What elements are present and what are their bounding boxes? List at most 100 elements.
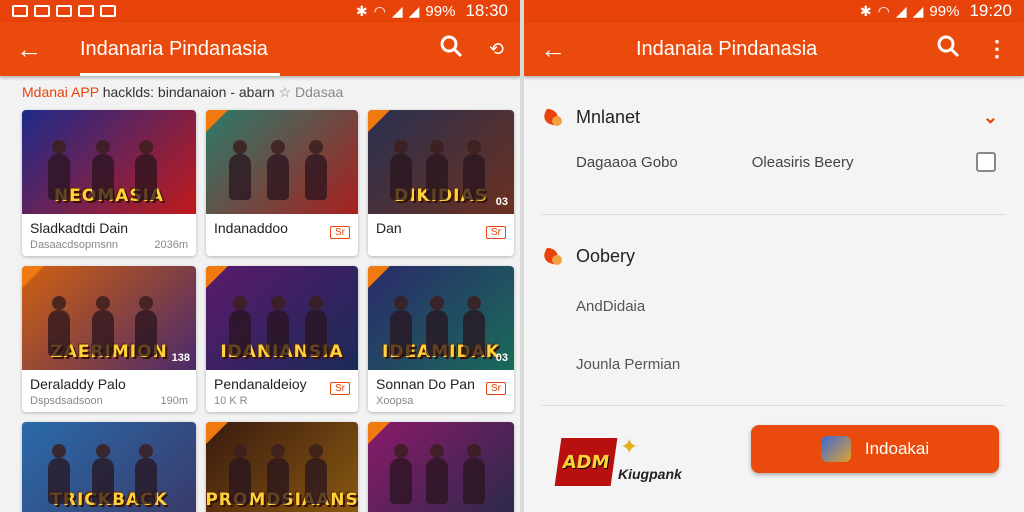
settings-screen: ✱ ◠ ◢ ◢ 99% 19:20 ← Indanaia Pindanasia … <box>524 0 1024 512</box>
corner-ribbon <box>206 266 228 288</box>
game-sub-left: Dasaacdsopmsnn <box>30 239 119 251</box>
character-figure <box>135 140 158 200</box>
game-artwork <box>368 422 514 512</box>
wifi-icon: ◠ <box>373 2 386 19</box>
signal-icon: ◢ <box>391 2 403 19</box>
wifi-icon: ◠ <box>877 2 890 19</box>
brand-logo-text: Kiugpank <box>618 466 682 482</box>
download-button[interactable]: Indoakai <box>751 425 999 473</box>
more-vert-icon[interactable]: ⋮ <box>986 36 1008 62</box>
notification-icon <box>100 5 116 17</box>
game-sub-right: 2036m <box>154 239 188 251</box>
clock: 18:30 <box>465 1 508 20</box>
corner-ribbon <box>22 266 44 288</box>
corner-ribbon <box>206 110 228 132</box>
game-artwork: IDANIANSIA <box>206 266 358 370</box>
game-subinfo: Dasaacdsopmsnn 2036m <box>30 239 188 251</box>
game-sub-right: 190m <box>160 395 188 407</box>
corner-ribbon <box>368 266 390 288</box>
game-card[interactable]: Indanaddoo Sr <box>206 110 358 256</box>
list-item[interactable]: AndDidaia <box>542 277 1006 335</box>
search-icon[interactable] <box>936 34 960 64</box>
notification-icon <box>12 5 28 17</box>
character-figure <box>304 140 327 200</box>
character-figure <box>266 296 289 356</box>
section-oobery: Oobery AndDidaia Jounla Permian <box>524 235 1024 406</box>
subheader-text: hacklds: bindanaion - abarn <box>102 84 275 100</box>
game-title: Deraladdy Palo <box>30 376 126 392</box>
star-logo-icon: ✦ <box>620 434 639 459</box>
bluetooth-icon: ✱ <box>859 2 872 19</box>
divider <box>542 214 1006 215</box>
signal-icon: ◢ <box>408 2 420 19</box>
brand-logo: ADM <box>554 438 618 486</box>
game-card[interactable]: NEOMASIA Sladkadtdi Dain Dasaacdsopmsnn … <box>22 110 196 256</box>
game-artwork: DIKIDIAS03 <box>368 110 514 214</box>
art-badge: 03 <box>495 196 508 208</box>
game-card[interactable]: PROMDSIAANS <box>206 422 358 512</box>
game-meta: Sladkadtdi Dain Dasaacdsopmsnn 2036m <box>22 214 196 256</box>
battery-level: 99% <box>929 2 960 20</box>
corner-ribbon <box>206 422 228 444</box>
game-grid: NEOMASIA Sladkadtdi Dain Dasaacdsopmsnn … <box>22 110 514 512</box>
game-logo-icon <box>542 106 566 128</box>
section-mnlanet: Mnlanet ⌄ Dagaaoa Gobo Oleasiris Beery <box>524 96 1024 215</box>
game-artwork <box>206 110 358 214</box>
back-arrow-icon[interactable]: ← <box>540 34 576 65</box>
status-bar: ✱ ◠ ◢ ◢ 99% 18:30 <box>0 0 520 22</box>
back-arrow-icon[interactable]: ← <box>16 34 52 65</box>
game-sub-left: 10 K R <box>214 395 248 407</box>
game-meta: Sonnan Do Pan Xoopsa Sr <box>368 370 514 412</box>
game-card[interactable]: ZAERIMION138 Deraladdy Palo Dspsdsadsoon… <box>22 266 196 412</box>
page-title: Indanaria Pindanasia <box>80 37 268 60</box>
game-card[interactable]: IDANIANSIA Pendanaldeioy 10 K R Sr <box>206 266 358 412</box>
brand-logo-text: ADM <box>561 451 611 473</box>
character-figure <box>91 296 114 356</box>
game-artwork: PROMDSIAANS <box>206 422 358 512</box>
game-meta: Pendanaldeioy 10 K R Sr <box>206 370 358 412</box>
signal-icon: ◢ <box>895 2 907 19</box>
app-icon <box>820 436 851 462</box>
refresh-icon[interactable]: ⟲ <box>489 39 504 60</box>
character-figure <box>462 444 485 504</box>
clock: 19:20 <box>969 1 1012 20</box>
game-card[interactable]: IDEAMIDAK03 Sonnan Do Pan Xoopsa Sr <box>368 266 514 412</box>
game-card[interactable] <box>368 422 514 512</box>
character-figure <box>462 296 485 356</box>
character-figure <box>48 296 71 356</box>
game-card[interactable]: TRICKBACK <box>22 422 196 512</box>
option-checkbox[interactable] <box>976 152 996 172</box>
character-figure <box>91 444 114 504</box>
character-figure <box>135 296 158 356</box>
corner-ribbon <box>368 422 390 444</box>
character-figure <box>304 296 327 356</box>
game-subinfo: Xoopsa <box>376 395 506 407</box>
character-figure <box>135 444 158 504</box>
notification-icon <box>34 5 50 17</box>
tab-indicator <box>80 73 280 76</box>
character-figure <box>266 444 289 504</box>
game-artwork: ZAERIMION138 <box>22 266 196 370</box>
art-badge: 03 <box>495 352 508 364</box>
game-list-screen: ✱ ◠ ◢ ◢ 99% 18:30 ← Indanaria Pindanasia… <box>0 0 520 512</box>
signal-icon: ◢ <box>912 2 924 19</box>
game-card[interactable]: DIKIDIAS03 Dan Sr <box>368 110 514 256</box>
character-figure <box>228 140 251 200</box>
status-bar: ✱ ◠ ◢ ◢ 99% 19:20 <box>524 0 1024 22</box>
battery-level: 99% <box>425 2 456 20</box>
footer: ADM ✦ Kiugpank Indoakai <box>524 414 1024 512</box>
list-item[interactable]: Jounla Permian <box>542 335 1006 393</box>
game-artwork: TRICKBACK <box>22 422 196 512</box>
option-label: Oleasiris Beery <box>751 153 854 171</box>
game-meta: Dan Sr <box>368 214 514 256</box>
character-figure <box>462 140 485 200</box>
character-figure <box>389 296 412 356</box>
search-icon[interactable] <box>439 34 463 64</box>
game-logo-icon <box>542 245 566 267</box>
character-figure <box>228 444 251 504</box>
character-figure <box>228 296 251 356</box>
notification-icon <box>56 5 72 17</box>
section-title: Mnlanet <box>576 106 641 127</box>
rating-badge: Sr <box>486 226 506 239</box>
chevron-down-icon[interactable]: ⌄ <box>983 107 1006 128</box>
